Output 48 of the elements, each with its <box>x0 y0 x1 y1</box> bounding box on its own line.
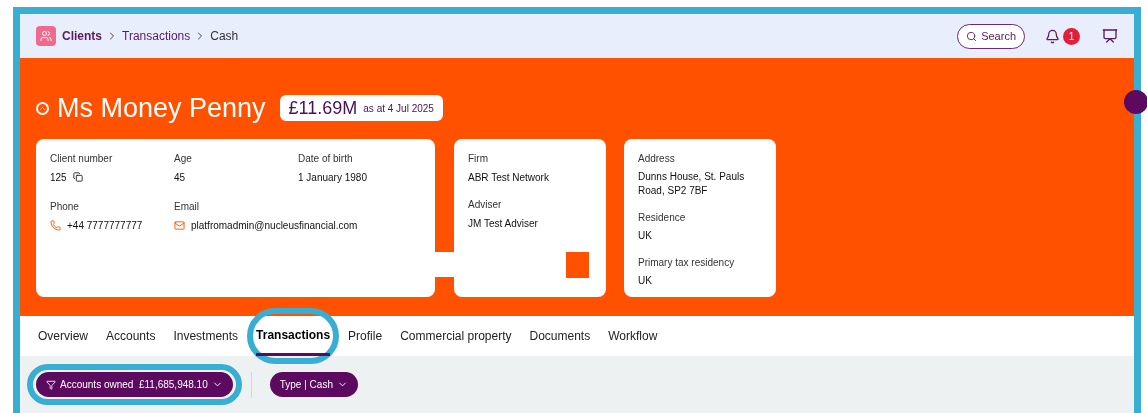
field-label: Residence <box>638 210 687 225</box>
tab[interactable]: Profile <box>348 316 383 356</box>
filter-button[interactable]: Type | Cash <box>269 372 358 397</box>
breadcrumb-item[interactable]: Clients <box>62 27 102 45</box>
notification-badge: 1 <box>1063 27 1080 45</box>
field-value: 45 <box>174 170 186 185</box>
field-label: Date of birth <box>298 151 354 166</box>
client-name: Ms Money Penny <box>57 92 266 125</box>
tab[interactable]: Accounts <box>106 316 156 356</box>
field-value: UK <box>638 228 653 243</box>
clients-icon[interactable] <box>36 26 56 46</box>
field-value: +44 7777777777 <box>67 218 143 233</box>
cutout-block <box>566 251 589 278</box>
copy-icon[interactable] <box>72 172 83 182</box>
field-label: Age <box>174 151 193 166</box>
field-value: platfromadmin@nucleusfinancial.com <box>191 218 358 233</box>
portfolio-value: £11.69M <box>288 96 358 120</box>
notification-icon[interactable] <box>1045 28 1060 44</box>
breadcrumb-item[interactable]: Transactions <box>122 27 191 45</box>
field-label: Phone <box>50 199 80 214</box>
search-button[interactable]: Search <box>957 23 1025 49</box>
collapse-icon[interactable] <box>36 101 49 115</box>
field-label: Client number <box>50 151 114 166</box>
field-label: Primary tax residency <box>638 255 736 270</box>
field-value: JM Test Adviser <box>468 216 539 231</box>
field-value: UK <box>638 273 653 288</box>
field-value: 125 <box>50 170 67 185</box>
tab[interactable]: Overview <box>38 316 88 356</box>
tab[interactable]: Documents <box>529 316 591 356</box>
field-label: Firm <box>468 151 489 166</box>
field-label: Address <box>638 151 676 166</box>
as-at-date: as at 4 Jul 2025 <box>363 101 434 116</box>
filter-icon <box>46 379 56 390</box>
field-value: ABR Test Network <box>468 170 550 185</box>
mail-icon <box>174 219 185 231</box>
filter-button[interactable]: Accounts owned £11,685,948.10 <box>36 372 233 397</box>
phone-icon <box>50 219 61 231</box>
field-value: 1 January 1980 <box>298 170 367 185</box>
dashboard-icon[interactable] <box>1102 28 1118 44</box>
field-label: Adviser <box>468 197 503 212</box>
field-label: Email <box>174 199 200 214</box>
tab[interactable]: Investments <box>173 316 239 356</box>
field-value: Dunns House, St. Pauls Road, SP2 7BF <box>638 169 746 198</box>
side-handle[interactable] <box>1124 90 1147 114</box>
tab[interactable]: Commercial property <box>400 316 512 356</box>
tab[interactable]: Workflow <box>608 316 658 356</box>
breadcrumb-item: Cash <box>210 28 239 45</box>
search-icon <box>966 30 978 42</box>
